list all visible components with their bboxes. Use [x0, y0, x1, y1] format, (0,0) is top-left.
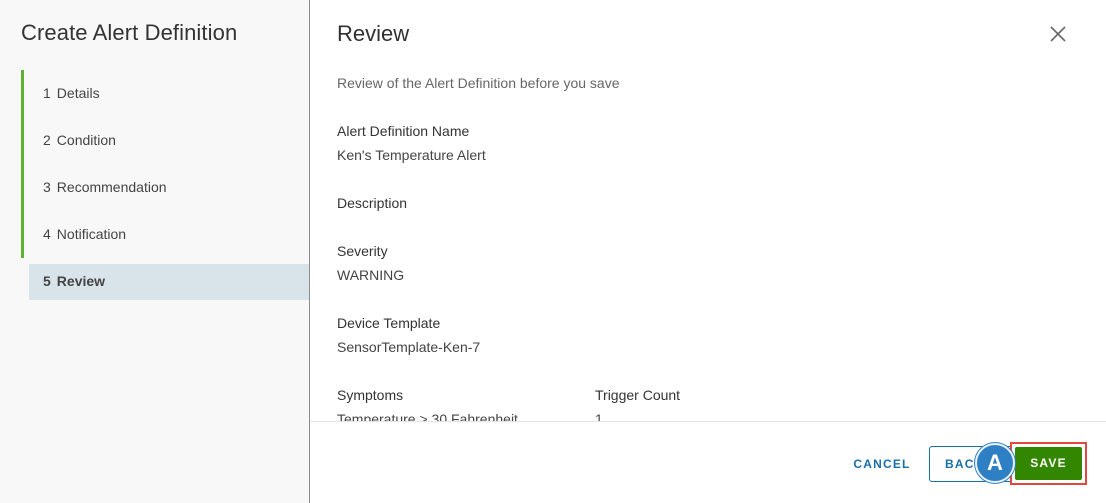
cancel-button[interactable]: CANCEL — [842, 447, 922, 481]
wizard-sidebar: Create Alert Definition 1 Details 2 Condit… — [0, 0, 309, 503]
wizard-step-review[interactable]: 5 Review — [21, 258, 309, 305]
step-label: Recommendation — [56, 179, 167, 195]
step-number: 5 — [43, 273, 51, 289]
review-panel: Review Review of the Alert Definition be… — [310, 0, 1106, 503]
wizard-step-details[interactable]: 1 Details — [21, 70, 309, 117]
step-number: 4 — [43, 226, 51, 242]
page-subtitle: Review of the Alert Definition before yo… — [337, 75, 620, 91]
step-number: 3 — [43, 179, 51, 195]
callout-badge: A — [975, 443, 1015, 483]
severity-value: WARNING — [337, 267, 405, 283]
save-button[interactable]: SAVE — [1015, 447, 1082, 480]
wizard-title: Create Alert Definition — [21, 20, 238, 45]
step-label: Review — [56, 273, 106, 289]
description-label: Description — [337, 195, 408, 211]
step-label: Condition — [56, 132, 116, 148]
page-title: Review — [337, 21, 410, 46]
device-template-label: Device Template — [337, 315, 441, 331]
symptoms-label: Symptoms — [337, 387, 404, 403]
alert-name-value: Ken's Temperature Alert — [337, 147, 486, 163]
step-label: Notification — [56, 226, 127, 242]
severity-label: Severity — [337, 243, 388, 259]
alert-name-label: Alert Definition Name — [337, 123, 470, 139]
wizard-step-condition[interactable]: 2 Condition — [21, 117, 309, 164]
step-number: 2 — [43, 132, 51, 148]
close-button[interactable] — [1048, 24, 1068, 44]
trigger-count-value: 1 — [595, 411, 603, 421]
symptoms-value: Temperature > 30 Fahrenheit — [337, 411, 518, 421]
wizard-steps: 1 Details 2 Condition 3 Recommendation 4 Not… — [21, 70, 309, 305]
step-label: Details — [56, 85, 100, 101]
current-step-text: 5 Review — [43, 273, 105, 289]
wizard-step-recommendation[interactable]: 3 Recommendation — [21, 164, 309, 211]
step-number: 1 — [43, 85, 51, 101]
device-template-value: SensorTemplate-Ken-7 — [337, 339, 481, 355]
trigger-count-label: Trigger Count — [595, 387, 681, 403]
footer-divider — [310, 421, 1106, 422]
close-icon — [1050, 26, 1066, 42]
wizard-step-notification[interactable]: 4 Notification — [21, 211, 309, 258]
review-scroll-area[interactable]: Review Review of the Alert Definition be… — [310, 0, 1106, 421]
